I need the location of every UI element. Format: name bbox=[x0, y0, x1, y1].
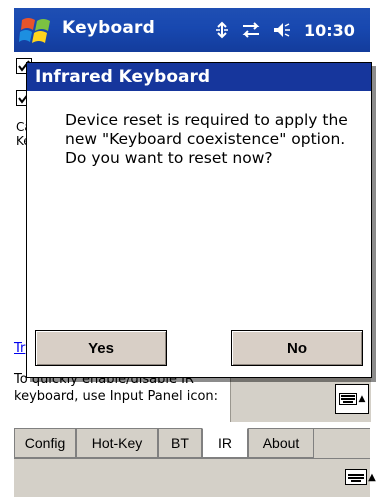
title-bar: Keyboard 10:30 bbox=[14, 8, 370, 53]
menu-bar: ▲ bbox=[14, 458, 376, 497]
reset-dialog: Infrared Keyboard Device reset is requir… bbox=[26, 62, 372, 378]
tab-bar: Config Hot-Key BT IR About bbox=[14, 428, 370, 459]
clock[interactable]: 10:30 bbox=[304, 21, 355, 40]
tab-ir[interactable]: IR bbox=[202, 428, 248, 458]
partial-link[interactable]: Tr bbox=[14, 341, 25, 356]
app-title: Keyboard bbox=[62, 18, 155, 38]
tab-config[interactable]: Config bbox=[14, 429, 76, 458]
chevron-up-icon: ▲ bbox=[358, 394, 366, 404]
chevron-up-icon[interactable]: ▲ bbox=[367, 469, 377, 485]
windows-flag-icon[interactable] bbox=[18, 12, 56, 48]
connectivity-icon[interactable] bbox=[214, 21, 230, 39]
dialog-message: Device reset is required to apply the ne… bbox=[65, 111, 348, 167]
speaker-icon[interactable] bbox=[272, 21, 292, 39]
keyboard-icon bbox=[338, 393, 357, 405]
input-panel-button[interactable]: ▲ bbox=[335, 384, 369, 414]
keyboard-icon[interactable] bbox=[345, 469, 367, 485]
tab-bt[interactable]: BT bbox=[158, 429, 202, 458]
dialog-title: Infrared Keyboard bbox=[27, 63, 371, 91]
device-screen: Keyboard 10:30 Ca Ke ▲ Tr To quickly ena… bbox=[0, 0, 392, 497]
tab-hot-key[interactable]: Hot-Key bbox=[76, 429, 158, 458]
yes-button[interactable]: Yes bbox=[35, 330, 167, 366]
no-button[interactable]: No bbox=[231, 330, 363, 366]
tab-about[interactable]: About bbox=[248, 429, 314, 458]
status-icons: 10:30 bbox=[214, 16, 355, 44]
signal-arrows-icon[interactable] bbox=[240, 22, 262, 38]
